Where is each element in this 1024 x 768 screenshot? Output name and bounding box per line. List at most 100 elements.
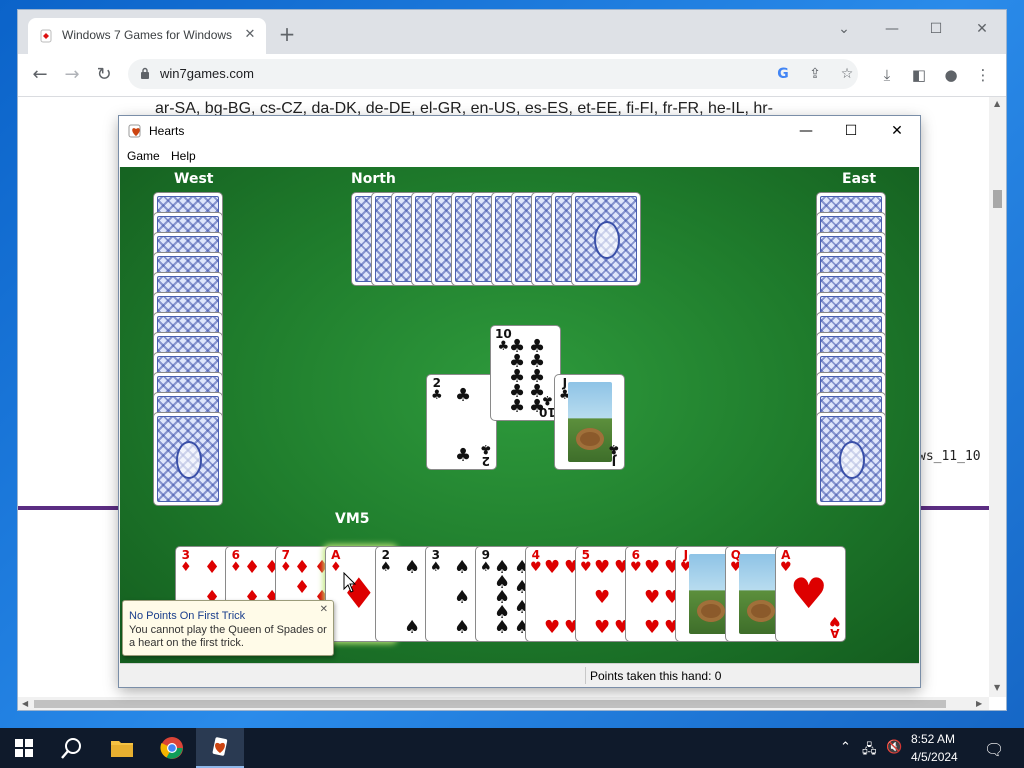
card-rank-top: 2 ♠ xyxy=(380,549,392,575)
tooltip-close-icon[interactable]: ✕ xyxy=(320,604,328,615)
horizontal-scroll-thumb[interactable] xyxy=(34,700,946,708)
rule-tooltip: ✕ No Points On First Trick You cannot pl… xyxy=(122,600,334,656)
vertical-scroll-thumb[interactable] xyxy=(993,190,1002,208)
card-suit-icon: ♥ xyxy=(829,613,841,628)
west-card-back xyxy=(154,413,222,505)
hearts-minimize-button[interactable]: — xyxy=(783,116,829,146)
card-suit-icon: ♥ xyxy=(530,560,542,575)
hearts-taskbar-button[interactable] xyxy=(196,728,244,768)
card-pip-icon: ♥ xyxy=(644,617,661,638)
search-icon xyxy=(61,738,81,759)
forward-button[interactable]: → xyxy=(60,63,84,87)
bookmark-star-icon[interactable]: ☆ xyxy=(838,65,856,83)
download-icon[interactable]: ⤓ xyxy=(877,65,897,85)
card-rank-top: 7 ♦ xyxy=(280,549,292,575)
trick-card: 10 ♣ ♣ ♣ ♣ ♣ ♣ ♣ ♣ ♣ ♣ ♣ 10 ♣ xyxy=(491,326,560,420)
scroll-down-icon[interactable]: ▼ xyxy=(994,683,1000,692)
court-card-art xyxy=(568,382,612,462)
card-suit-icon: ♠ xyxy=(430,560,442,575)
hearts-titlebar[interactable]: Hearts — ☐ ✕ xyxy=(119,116,920,146)
card-pip-icon: ♣ xyxy=(455,385,472,406)
new-tab-button[interactable]: + xyxy=(276,24,298,46)
card-suit-icon: ♠ xyxy=(380,560,392,575)
card-suit-icon: ♣ xyxy=(608,441,620,456)
hearts-close-button[interactable]: ✕ xyxy=(874,116,920,146)
card-pip-icon: ♥ xyxy=(544,617,561,638)
start-button[interactable] xyxy=(0,728,48,768)
card-suit-icon: ♦ xyxy=(180,560,192,575)
menu-help[interactable]: Help xyxy=(171,149,196,163)
card-rank: J xyxy=(611,454,617,468)
card-suit-icon: ♣ xyxy=(480,441,492,456)
hearts-title: Hearts xyxy=(149,124,185,138)
card-rank-bottom: 2 ♣ xyxy=(480,441,492,468)
card-pip-icon: ♥ xyxy=(594,587,611,608)
tab-strip: Windows 7 Games for Windows ✕ + ⌄ — ☐ ✕ xyxy=(18,10,1006,54)
card-rank-top: 2 ♣ xyxy=(431,377,443,403)
trick-card: 2 ♣ ♣ ♣ 2 ♣ xyxy=(427,375,496,469)
horizontal-scrollbar[interactable]: ◀ ▶ xyxy=(18,697,989,710)
menu-game[interactable]: Game xyxy=(127,149,160,163)
site-favicon-icon xyxy=(40,29,52,43)
card-pip-icon: ♣ xyxy=(455,445,472,466)
tab-search-icon[interactable]: ⌄ xyxy=(826,16,862,42)
hearts-maximize-button[interactable]: ☐ xyxy=(828,116,874,146)
scroll-right-icon[interactable]: ▶ xyxy=(976,699,982,708)
back-button[interactable]: ← xyxy=(28,63,52,87)
notifications-icon[interactable]: 🗨 xyxy=(984,740,1004,759)
menu-kebab-icon[interactable]: ⋮ xyxy=(973,65,993,85)
url-text: win7games.com xyxy=(160,66,254,81)
file-explorer-button[interactable] xyxy=(98,728,146,768)
network-icon[interactable]: 🖧 xyxy=(862,740,877,762)
card-suit-icon: ♥ xyxy=(630,560,642,575)
lock-icon xyxy=(141,67,149,79)
browser-tab[interactable]: Windows 7 Games for Windows ✕ xyxy=(28,18,266,54)
card-pip-icon: ♥ xyxy=(644,587,661,608)
north-card-back xyxy=(572,193,640,285)
card-rank: 10 xyxy=(539,405,556,419)
card-pip-icon: ♥ xyxy=(644,557,661,578)
search-button[interactable] xyxy=(48,728,96,768)
vertical-scrollbar[interactable]: ▲ ▼ xyxy=(989,97,1006,697)
reload-button[interactable]: ↻ xyxy=(92,63,116,87)
card-pip-icon: ♠ xyxy=(404,557,421,578)
tray-chevron-icon[interactable]: ⌃ xyxy=(840,740,851,755)
scroll-up-icon[interactable]: ▲ xyxy=(994,99,1000,108)
profile-icon[interactable]: ● xyxy=(941,65,961,85)
volume-muted-icon[interactable]: 🔇 xyxy=(886,740,902,755)
game-table: West North East VM5 2 ♣ ♣ ♣ 2 ♣ 10 ♣ ♣ ♣ ♣ ♣ ♣ ♣ ♣ ♣ ♣ ♣ 1… xyxy=(120,167,919,663)
close-button[interactable]: ✕ xyxy=(964,16,1000,42)
card-pip-icon: ♥ xyxy=(544,557,561,578)
card-rank-top: 4 ♥ xyxy=(530,549,542,575)
card-pip-icon: ♦ xyxy=(204,557,221,578)
card-rank-top: 9 ♠ xyxy=(480,549,492,575)
side-panel-icon[interactable]: ◧ xyxy=(909,65,929,85)
card-suit-icon: ♣ xyxy=(541,392,554,407)
maximize-button[interactable]: ☐ xyxy=(918,16,954,42)
scroll-left-icon[interactable]: ◀ xyxy=(22,699,28,708)
player-east-label: East xyxy=(842,171,877,187)
minimize-button[interactable]: — xyxy=(874,16,910,42)
tab-close-icon[interactable]: ✕ xyxy=(242,27,258,43)
browser-toolbar: ← → ↻ win7games.com G ⇪ ☆ ⤓ ◧ ● ⋮ xyxy=(18,54,1006,97)
card-suit-icon: ♦ xyxy=(280,560,292,575)
tab-title: Windows 7 Games for Windows xyxy=(62,28,233,42)
card-rank-top: 6 ♦ xyxy=(230,549,242,575)
mouse-cursor-icon xyxy=(343,572,357,593)
clock-time[interactable]: 8:52 AM xyxy=(911,732,955,746)
card-pip-icon: ♦ xyxy=(294,577,311,598)
hand-card[interactable]: A ♥ ♥ A ♥ xyxy=(776,547,845,641)
card-rank-bottom: 10 ♣ xyxy=(539,392,556,419)
card-pip-icon: ♦ xyxy=(294,557,311,578)
google-lens-icon[interactable]: G xyxy=(774,65,792,83)
card-suit-icon: ♣ xyxy=(431,388,443,403)
card-rank-top: 3 ♠ xyxy=(430,549,442,575)
card-suit-icon: ♠ xyxy=(480,560,492,575)
tooltip-title: No Points On First Trick xyxy=(129,610,246,622)
card-suit-icon: ♦ xyxy=(230,560,242,575)
clock-date[interactable]: 4/5/2024 xyxy=(911,750,958,764)
share-icon[interactable]: ⇪ xyxy=(806,65,824,83)
card-pip-icon: ♠ xyxy=(494,617,511,638)
address-bar[interactable]: win7games.com G ⇪ ☆ xyxy=(128,59,858,89)
chrome-taskbar-button[interactable] xyxy=(148,728,196,768)
